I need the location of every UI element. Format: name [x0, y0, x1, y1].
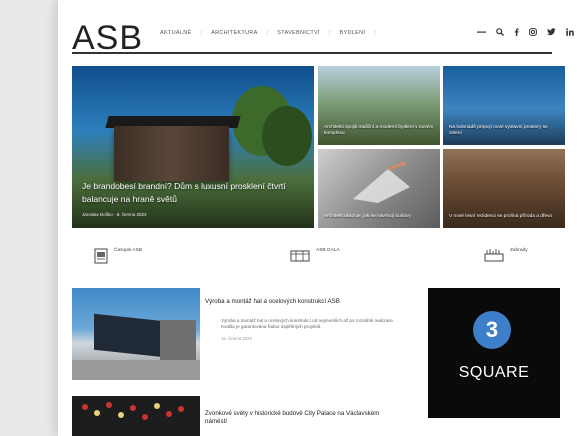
instagram-icon[interactable]: [529, 28, 537, 36]
tile-caption[interactable]: Na kolonádě propojí nové výstavní prosto…: [449, 125, 559, 137]
article-image[interactable]: [72, 288, 200, 380]
main-nav: AKTUÁLNĚ | ARCHITEKTURA | STAVEBNICTVÍ |…: [160, 30, 376, 36]
square-ad-banner[interactable]: 3 SQUARE: [428, 288, 560, 418]
article-excerpt: Výroba a montáž hal a ocelových konstruk…: [221, 318, 395, 329]
category-casopis[interactable]: Časopis ASB: [94, 248, 142, 264]
nav-item-aktualne[interactable]: AKTUÁLNĚ: [160, 30, 191, 36]
category-label: Časopis ASB: [114, 248, 142, 253]
tile-caption[interactable]: Architekt ukazuje, jak se navrhují budov…: [324, 214, 434, 220]
category-row: Časopis ASB ASB GALA Zahrady: [72, 240, 552, 280]
twitter-icon[interactable]: [547, 28, 556, 36]
hero-house: [114, 126, 229, 181]
nav-separator: |: [200, 30, 203, 36]
category-label: Zahrady: [510, 248, 528, 253]
ad-number-badge: 3: [473, 311, 511, 349]
header-rule: [72, 52, 552, 54]
article-tile[interactable]: Na kolonádě propojí nové výstavní prosto…: [443, 66, 565, 145]
search-icon[interactable]: [496, 28, 504, 36]
article-tile[interactable]: Architekti spojili tradiční a moderní by…: [318, 66, 440, 145]
hero-meta: Jaroslav Doško · 8. června 2023: [82, 212, 147, 217]
category-zahrady[interactable]: Zahrady: [484, 248, 538, 262]
menu-icon[interactable]: [477, 29, 486, 35]
nav-separator: |: [266, 30, 269, 36]
article-image[interactable]: [72, 396, 200, 436]
article-tile[interactable]: Architekt ukazuje, jak se navrhují budov…: [318, 149, 440, 228]
nav-separator: |: [328, 30, 331, 36]
article-date: 15. června 2023: [221, 336, 252, 341]
header-icons: [477, 28, 574, 36]
hero-title[interactable]: Je brandobesí brandní? Dům s luxusní pro…: [82, 180, 302, 206]
gala-icon: [290, 250, 310, 262]
linkedin-icon[interactable]: [566, 28, 574, 36]
ground-shape: [72, 360, 200, 380]
tile-caption[interactable]: Architekti spojili tradiční a moderní by…: [324, 125, 434, 137]
article-text: Výroba a montáž hal a ocelových konstruk…: [205, 298, 395, 341]
tile-caption[interactable]: V nové lesní rezidenci se prolíná přírod…: [449, 214, 559, 220]
drawing-hand-illustration: [353, 161, 410, 203]
nav-item-architektura[interactable]: ARCHITEKTURA: [211, 30, 257, 36]
ad-word: SQUARE: [458, 364, 530, 381]
article-title[interactable]: Výroba a montáž hal a ocelových konstruk…: [205, 298, 395, 306]
building-shape: [160, 320, 196, 362]
facebook-icon[interactable]: [514, 28, 519, 36]
hero-article[interactable]: Je brandobesí brandní? Dům s luxusní pro…: [72, 66, 314, 228]
nav-separator: |: [374, 30, 376, 36]
nav-item-bydleni[interactable]: BYDLENÍ: [340, 30, 366, 36]
hero-tree: [262, 106, 312, 166]
magazine-icon: [94, 248, 108, 264]
article-tile[interactable]: V nové lesní rezidenci se prolíná přírod…: [443, 149, 565, 228]
screenshot-frame: ASB AKTUÁLNĚ | ARCHITEKTURA | STAVEBNICT…: [0, 0, 577, 436]
article-title[interactable]: Zvonkové světy v historické budově City …: [205, 410, 395, 426]
category-gala[interactable]: ASB GALA: [290, 248, 344, 262]
nav-item-stavebnictvi[interactable]: STAVEBNICTVÍ: [277, 30, 320, 36]
category-label: ASB GALA: [316, 248, 340, 253]
garden-icon: [484, 249, 504, 262]
